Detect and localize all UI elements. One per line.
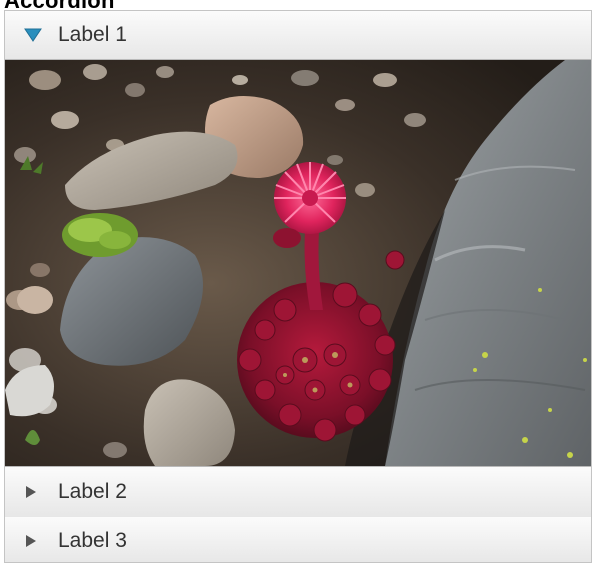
accordion-header-label: Label 2	[58, 480, 127, 503]
accordion-header-1[interactable]: Label 1	[5, 11, 591, 60]
accordion-pane-1-content	[5, 60, 591, 466]
triangle-down-icon	[24, 28, 42, 42]
accordion: Label 1 Label 2 Label 3	[4, 10, 592, 563]
flower-rock-photo	[5, 60, 591, 466]
triangle-right-icon	[26, 486, 36, 498]
triangle-right-icon	[26, 534, 36, 547]
accordion-header-label: Label 3	[58, 528, 127, 552]
accordion-header-label: Label 1	[58, 23, 127, 46]
accordion-header-2[interactable]: Label 2	[5, 466, 591, 518]
accordion-header-3[interactable]: Label 3	[5, 517, 591, 562]
